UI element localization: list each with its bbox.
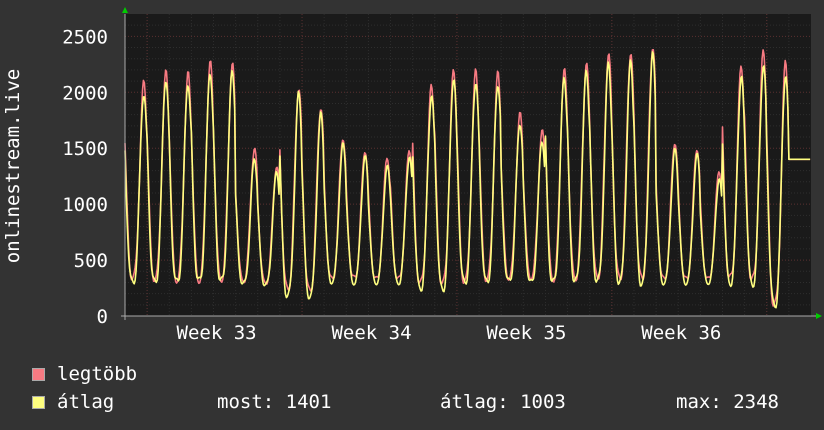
legend-swatch-max xyxy=(32,367,45,381)
legend-item-avg: átlag xyxy=(32,391,114,413)
x-tick-label: Week 35 xyxy=(486,322,566,344)
stat-average: átlag: 1003 xyxy=(440,391,566,413)
x-tick-label: Week 33 xyxy=(177,322,257,344)
y-tick-label: 2000 xyxy=(62,82,108,104)
x-tick-labels: Week 33 Week 34 Week 35 Week 36 xyxy=(177,322,722,344)
y-tick-label: 500 xyxy=(74,250,108,272)
x-axis-arrow-icon xyxy=(816,313,822,319)
chart: 05001000150020002500 Week 33 Week 34 Week … xyxy=(2,7,822,344)
stat-current: most: 1401 xyxy=(217,391,332,413)
legend-item-max: legtöbb xyxy=(32,363,137,385)
y-tick-label: 2500 xyxy=(62,26,108,48)
y-tick-label: 1500 xyxy=(62,138,108,160)
stat-maximum: max: 2348 xyxy=(676,391,779,413)
y-tick-label: 0 xyxy=(97,306,108,328)
x-tick-label: Week 34 xyxy=(331,322,411,344)
x-tick-label: Week 36 xyxy=(641,322,721,344)
legend-label-max: legtöbb xyxy=(57,363,138,385)
legend-swatch-avg xyxy=(32,395,45,409)
legend-label-avg: átlag xyxy=(57,391,115,413)
y-tick-labels: 0 500 1000 1500 2000 2500 xyxy=(62,26,108,328)
y-axis-arrow-icon xyxy=(122,7,128,13)
y-tick-label: 1000 xyxy=(62,194,108,216)
y-axis-label: onlinestream.live xyxy=(2,69,24,263)
